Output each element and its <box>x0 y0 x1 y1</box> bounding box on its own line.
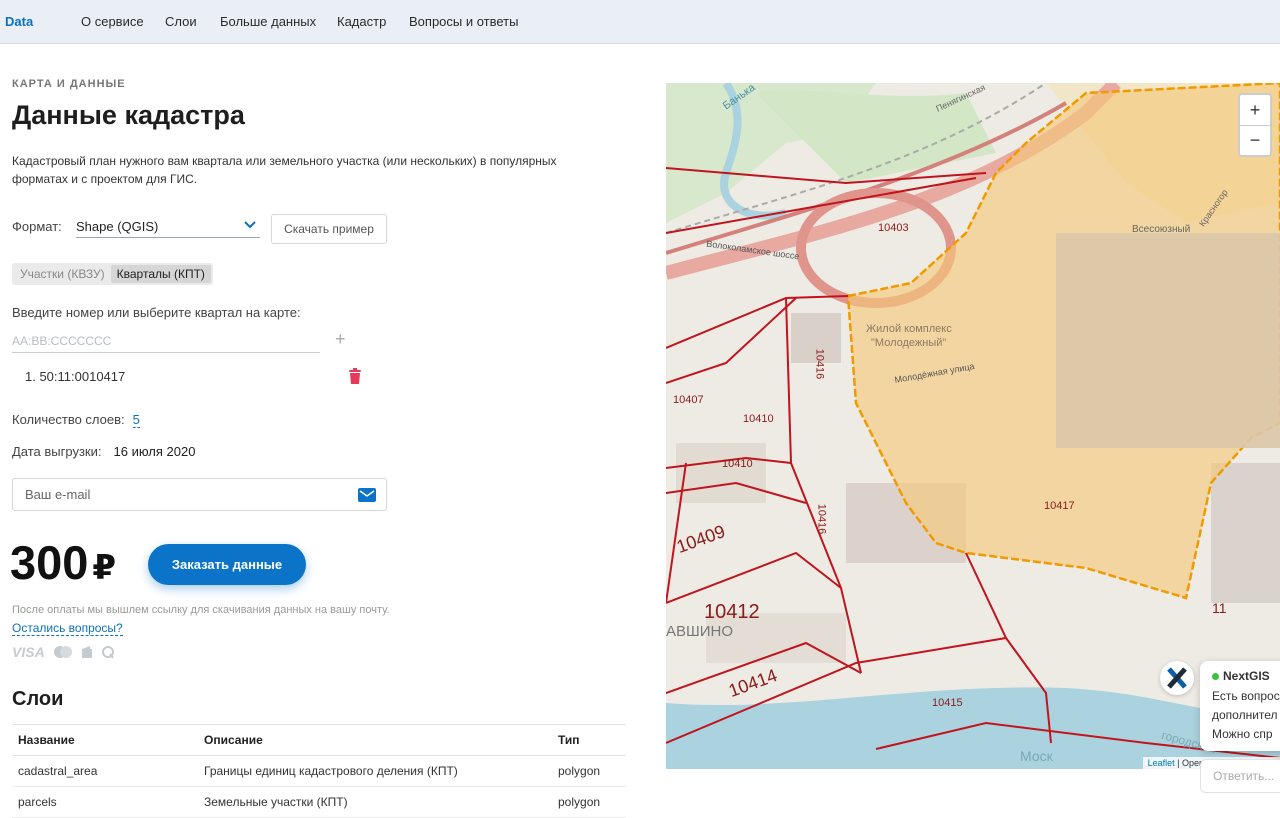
quarter-label: 10410 <box>722 458 753 470</box>
blurred-overlay <box>1056 233 1280 448</box>
cadastral-number-label: Введите номер или выберите квартал на ка… <box>12 305 301 320</box>
table-cell: Границы единиц кадастрового деления (КПТ… <box>198 755 552 787</box>
zoom-in-button[interactable]: + <box>1240 95 1270 125</box>
column-header: Название <box>12 724 198 756</box>
table-cell: cadastral_area <box>12 755 198 787</box>
nav-link-about[interactable]: О сервисе <box>81 14 144 29</box>
table-row: cadastral_area Границы единиц кадастрово… <box>12 755 626 787</box>
quarter-label: 10416 <box>815 503 828 535</box>
mail-icon[interactable] <box>358 488 376 502</box>
price-value: 300 <box>10 536 89 589</box>
wallet-icon <box>81 646 92 658</box>
export-date-row: Дата выгрузки: 16 июля 2020 <box>12 444 195 459</box>
section-overline: КАРТА И ДАННЫЕ <box>12 78 126 90</box>
chat-message-line: дополнител <box>1212 708 1278 722</box>
nextgis-logo-icon <box>1167 667 1187 689</box>
order-button[interactable]: Заказать данные <box>148 544 306 585</box>
format-select[interactable]: Shape (QGIS) <box>76 213 260 238</box>
format-label: Формат: <box>12 219 62 234</box>
format-selected-value: Shape (QGIS) <box>76 219 159 234</box>
export-date-label: Дата выгрузки: <box>12 444 102 459</box>
online-indicator <box>1212 673 1219 680</box>
place-label: Жилой комплекс <box>866 323 952 335</box>
column-header: Тип <box>552 724 626 756</box>
nav-link-faq[interactable]: Вопросы и ответы <box>409 14 518 29</box>
place-label: Всесоюзный <box>1132 224 1191 235</box>
column-header: Описание <box>198 724 552 756</box>
quarter-label: 10417 <box>1044 500 1075 512</box>
mastercard-icon <box>53 646 72 658</box>
tab-quarters[interactable]: Кварталы (КПТ) <box>110 265 211 283</box>
chat-message-line: Можно спр <box>1212 727 1273 741</box>
tab-parcels[interactable]: Участки (КВЗУ) <box>14 265 111 283</box>
chat-sender: NextGIS <box>1212 669 1278 683</box>
zoom-out-button[interactable]: − <box>1240 125 1270 155</box>
quarter-label: 10410 <box>743 413 774 425</box>
chat-reply-input[interactable]: Ответить... <box>1200 759 1280 793</box>
export-date-value: 16 июля 2020 <box>113 444 196 459</box>
place-label: "Молодежный" <box>871 337 947 349</box>
cadastral-number-input[interactable] <box>12 329 320 353</box>
chat-popup[interactable]: NextGIS Есть вопрос дополнител Можно спр <box>1200 661 1280 751</box>
visa-logo: VISA <box>12 644 45 660</box>
quarter-label: 10412 <box>704 601 760 623</box>
price-currency: ₽ <box>92 549 117 587</box>
qiwi-icon <box>101 646 114 659</box>
chat-sender-name: NextGIS <box>1223 669 1270 683</box>
payment-methods: VISA <box>12 644 115 660</box>
table-cell: parcels <box>12 786 198 818</box>
chevron-down-icon <box>244 221 256 229</box>
top-navbar: Data О сервисе Слои Больше данных Кадаст… <box>0 0 1280 44</box>
leaflet-link[interactable]: Leaflet <box>1148 758 1175 768</box>
download-sample-button[interactable]: Скачать пример <box>271 214 387 244</box>
building-block <box>1211 463 1280 603</box>
nav-link-layers[interactable]: Слои <box>165 14 197 29</box>
layers-count-value[interactable]: 5 <box>132 412 140 428</box>
layers-section-title: Слои <box>12 688 64 710</box>
layers-count-label: Количество слоев: <box>12 412 125 427</box>
chat-message-line: Есть вопрос <box>1212 689 1280 703</box>
add-icon[interactable]: + <box>335 329 346 350</box>
table-cell: Земельные участки (КПТ) <box>198 786 552 818</box>
after-payment-note: После оплаты мы вышлем ссылку для скачив… <box>12 604 390 616</box>
table-row: parcels Земельные участки (КПТ) polygon <box>12 786 626 818</box>
building-block <box>676 443 766 503</box>
layers-count-row: Количество слоев: 5 <box>12 412 140 428</box>
questions-link[interactable]: Остались вопросы? <box>12 621 123 636</box>
table-cell: polygon <box>552 755 626 787</box>
entity-tabs: Участки (КВЗУ) Кварталы (КПТ) <box>12 263 213 285</box>
layers-table: Название Описание Тип cadastral_area Гра… <box>12 724 626 818</box>
site-logo[interactable]: Data <box>5 14 33 29</box>
zoom-control: + − <box>1238 93 1272 157</box>
quarter-label: 11 <box>1212 600 1227 616</box>
nav-link-cadastre[interactable]: Кадастр <box>337 14 386 29</box>
district-label: АВШИНО <box>666 623 734 640</box>
quarter-label: 10415 <box>932 697 963 709</box>
nav-link-more-data[interactable]: Больше данных <box>220 14 316 29</box>
quarter-label: 10416 <box>813 348 826 380</box>
email-input[interactable] <box>25 487 345 502</box>
page-title: Данные кадастра <box>12 100 245 130</box>
price: 300 ₽ <box>10 535 116 590</box>
selected-quarter-item: 1. 50:11:0010417 <box>25 369 126 384</box>
table-cell: polygon <box>552 786 626 818</box>
chat-logo-button[interactable] <box>1160 661 1194 695</box>
quarter-label: 10407 <box>673 394 704 406</box>
page-description: Кадастровый план нужного вам квартала ил… <box>12 154 557 186</box>
water-label: Моск <box>1020 748 1053 764</box>
email-field <box>12 478 387 511</box>
quarter-label: 10403 <box>878 222 909 234</box>
trash-icon[interactable] <box>347 368 363 385</box>
table-header-row: Название Описание Тип <box>12 724 626 756</box>
